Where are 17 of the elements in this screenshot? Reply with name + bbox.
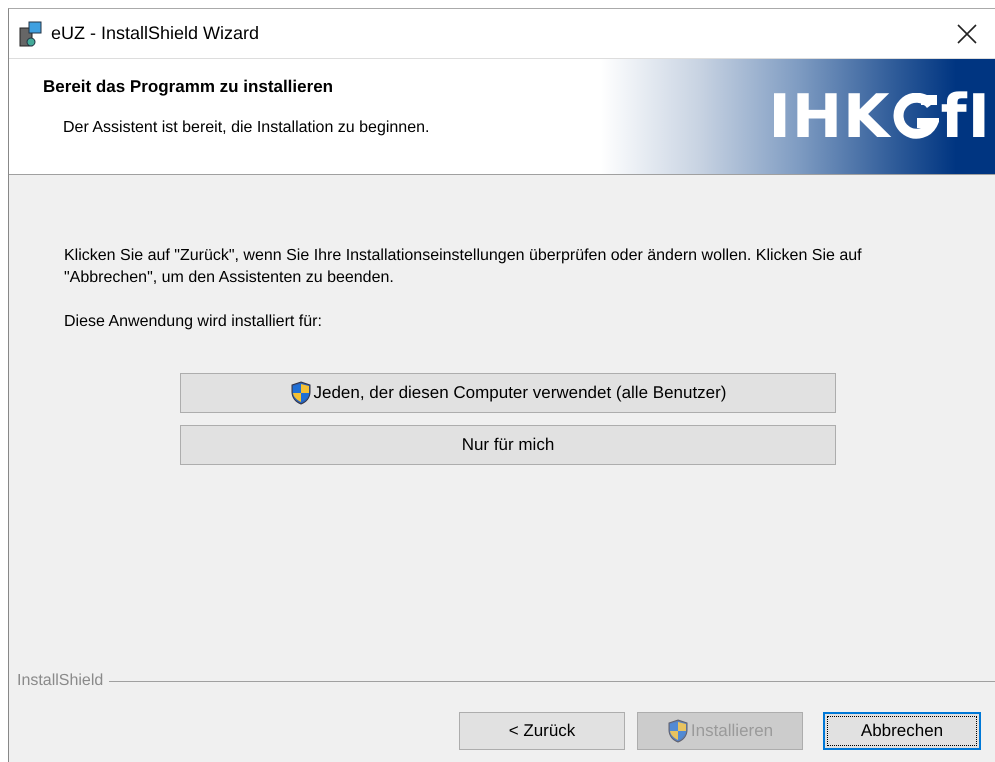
wizard-button[interactable]: Abbrechen [823,712,981,750]
install-scope-button[interactable]: Nur für mich [180,425,836,465]
close-icon [957,24,977,44]
shield-icon [666,719,689,743]
window-title: eUZ - InstallShield Wizard [51,23,260,44]
installer-icon [17,20,43,48]
instruction-text: Klicken Sie auf "Zurück", wenn Sie Ihre Installationseinstellungen überprüfen oder ändern wollen. Klicken Sie auf "Abbrechen", um den Assistenten zu beenden. [64,246,863,288]
logo-mark-icon [892,92,939,140]
brand-label: InstallShield [17,672,104,690]
logo-text: fI [940,86,991,146]
page-subtitle: Der Assistent ist bereit, die Installation zu beginnen. [63,119,430,137]
page-title: Bereit das Programm zu installieren [43,77,334,97]
wizard-button[interactable]: < Zurück [459,712,625,750]
shield-icon [290,381,312,405]
install-scope-button[interactable]: Jeden, der diesen Computer verwendet (alle Benutzer) [180,373,836,413]
logo-text: IHK [768,86,891,146]
instruction-text: Diese Anwendung wird installiert für: [64,312,323,332]
